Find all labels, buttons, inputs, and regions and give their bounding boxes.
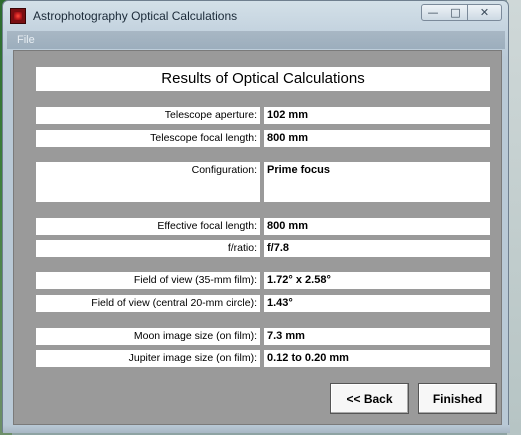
minimize-icon: — bbox=[427, 6, 439, 19]
f-ratio-value: f/7.8 bbox=[264, 240, 490, 257]
effective-focal-length-label: Effective focal length: bbox=[36, 218, 260, 235]
jupiter-image-size-value: 0.12 to 0.20 mm bbox=[264, 350, 490, 367]
minimize-button[interactable]: — bbox=[421, 4, 445, 21]
configuration-label: Configuration: bbox=[36, 162, 260, 202]
close-icon: ✕ bbox=[479, 6, 490, 19]
focal-length-label: Telescope focal length: bbox=[36, 130, 260, 147]
window-title: Astrophotography Optical Calculations bbox=[33, 9, 238, 23]
fov-20mm-value: 1.43° bbox=[264, 295, 490, 312]
app-window: Astrophotography Optical Calculations — … bbox=[2, 0, 510, 433]
back-button[interactable]: << Back bbox=[330, 383, 409, 414]
fov-35mm-label: Field of view (35-mm film): bbox=[36, 272, 260, 289]
close-button[interactable]: ✕ bbox=[468, 4, 502, 21]
app-icon[interactable] bbox=[10, 8, 26, 24]
focal-length-value: 800 mm bbox=[264, 130, 490, 147]
moon-image-size-value: 7.3 mm bbox=[264, 328, 490, 345]
window-bottom-border bbox=[3, 425, 510, 433]
effective-focal-length-value: 800 mm bbox=[264, 218, 490, 235]
configuration-value: Prime focus bbox=[264, 162, 490, 202]
title-bar[interactable]: Astrophotography Optical Calculations — … bbox=[3, 1, 508, 31]
maximize-icon: □ bbox=[450, 6, 461, 19]
results-panel: Results of Optical Calculations Telescop… bbox=[13, 50, 502, 425]
jupiter-image-size-label: Jupiter image size (on film): bbox=[36, 350, 260, 367]
moon-image-size-label: Moon image size (on film): bbox=[36, 328, 260, 345]
finished-button[interactable]: Finished bbox=[418, 383, 497, 414]
menu-bar: File bbox=[7, 31, 505, 49]
desktop-background-right bbox=[507, 0, 521, 435]
maximize-button[interactable]: □ bbox=[444, 4, 468, 21]
fov-35mm-value: 1.72° x 2.58° bbox=[264, 272, 490, 289]
menu-file[interactable]: File bbox=[17, 34, 35, 46]
aperture-label: Telescope aperture: bbox=[36, 107, 260, 124]
f-ratio-label: f/ratio: bbox=[36, 240, 260, 257]
aperture-value: 102 mm bbox=[264, 107, 490, 124]
fov-20mm-label: Field of view (central 20-mm circle): bbox=[36, 295, 260, 312]
page-title: Results of Optical Calculations bbox=[36, 67, 490, 91]
